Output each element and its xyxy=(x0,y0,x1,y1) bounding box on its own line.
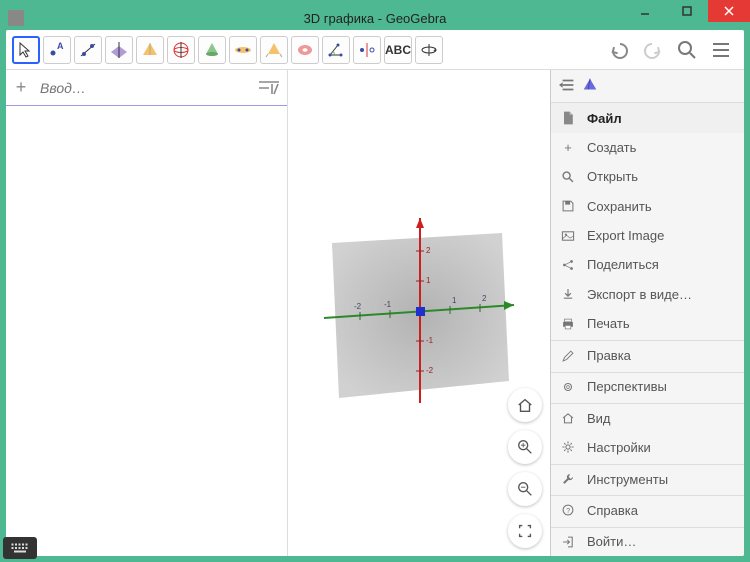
menu-label: Файл xyxy=(587,111,622,126)
svg-text:-1: -1 xyxy=(384,300,392,309)
rotate-view-tool[interactable] xyxy=(415,36,443,64)
download-icon xyxy=(559,285,577,303)
menu-section-perspectives[interactable]: Перспективы xyxy=(551,372,744,401)
svg-text:A: A xyxy=(57,41,64,51)
virtual-keyboard-button[interactable] xyxy=(3,537,37,559)
menu-header-file[interactable]: Файл xyxy=(551,103,744,132)
svg-text:2: 2 xyxy=(482,294,487,303)
main-menu: Файл +Создать Открыть Сохранить Export I… xyxy=(550,70,744,556)
svg-text:-1: -1 xyxy=(426,336,434,345)
plus-icon: + xyxy=(559,138,577,156)
print-icon xyxy=(559,315,577,333)
menu-section-settings[interactable]: Настройки xyxy=(551,432,744,461)
minimize-button[interactable] xyxy=(624,0,666,22)
menu-item-export-image[interactable]: Export Image xyxy=(551,221,744,250)
svg-text:-2: -2 xyxy=(426,366,434,375)
gear-outline-icon xyxy=(559,378,577,396)
text-tool[interactable]: ABC xyxy=(384,36,412,64)
help-icon: ? xyxy=(559,501,577,519)
window-controls xyxy=(624,0,750,22)
algebra-panel: + xyxy=(6,70,288,556)
view-controls xyxy=(508,388,542,548)
svg-text:-2: -2 xyxy=(354,302,362,311)
menu-section-signin[interactable]: Войти… xyxy=(551,527,744,556)
menu-header[interactable] xyxy=(551,70,744,103)
menu-item-save[interactable]: Сохранить xyxy=(551,191,744,220)
menu-item-share[interactable]: Поделиться xyxy=(551,250,744,279)
redo-button[interactable] xyxy=(636,33,670,67)
search-icon xyxy=(559,168,577,186)
plane-tool[interactable] xyxy=(105,36,133,64)
menu-back-icon xyxy=(559,76,577,97)
cone-tool[interactable] xyxy=(198,36,226,64)
point-tool[interactable]: A xyxy=(43,36,71,64)
menu-section-tools[interactable]: Инструменты xyxy=(551,464,744,493)
image-icon xyxy=(559,227,577,245)
undo-button[interactable] xyxy=(602,33,636,67)
search-button[interactable] xyxy=(670,33,704,67)
algebra-input[interactable] xyxy=(36,80,251,96)
menu-section-help[interactable]: ?Справка xyxy=(551,495,744,524)
svg-text:?: ? xyxy=(566,508,570,515)
perspective-3d-icon xyxy=(581,76,599,97)
svg-text:1: 1 xyxy=(426,276,431,285)
angle-tool[interactable] xyxy=(322,36,350,64)
menu-item-new[interactable]: +Создать xyxy=(551,133,744,162)
svg-text:2: 2 xyxy=(426,246,431,255)
intersection-tool[interactable] xyxy=(229,36,257,64)
titlebar: 3D графика - GeoGebra xyxy=(6,6,744,30)
svg-text:1: 1 xyxy=(452,296,457,305)
menu-item-print[interactable]: Печать xyxy=(551,309,744,338)
toolbar: A ABC xyxy=(6,30,744,70)
3d-scene: -2 -1 1 2 2 1 -1 -2 xyxy=(304,203,534,423)
sphere-tool[interactable] xyxy=(167,36,195,64)
file-icon xyxy=(559,109,577,127)
torus-tool[interactable] xyxy=(291,36,319,64)
input-row: + xyxy=(6,70,287,106)
close-button[interactable] xyxy=(708,0,750,22)
home-icon xyxy=(559,409,577,427)
signin-icon xyxy=(559,533,577,551)
wrench-icon xyxy=(559,470,577,488)
3d-view[interactable]: -2 -1 1 2 2 1 -1 -2 xyxy=(288,70,550,556)
maximize-button[interactable] xyxy=(666,0,708,22)
add-input-button[interactable]: + xyxy=(6,70,36,106)
home-view-button[interactable] xyxy=(508,388,542,422)
menu-item-open[interactable]: Открыть xyxy=(551,162,744,191)
menu-section-edit[interactable]: Правка xyxy=(551,340,744,369)
save-icon xyxy=(559,197,577,215)
line-tool[interactable] xyxy=(74,36,102,64)
menu-section-view[interactable]: Вид xyxy=(551,403,744,432)
zoom-out-button[interactable] xyxy=(508,472,542,506)
abc-label: ABC xyxy=(385,43,411,57)
net-tool[interactable] xyxy=(260,36,288,64)
zoom-in-button[interactable] xyxy=(508,430,542,464)
pencil-icon xyxy=(559,347,577,365)
reflect-tool[interactable] xyxy=(353,36,381,64)
menu-button[interactable] xyxy=(704,33,738,67)
share-icon xyxy=(559,256,577,274)
symbol-keyboard-button[interactable] xyxy=(251,70,287,106)
move-tool[interactable] xyxy=(12,36,40,64)
pyramid-tool[interactable] xyxy=(136,36,164,64)
settings-icon xyxy=(559,438,577,456)
menu-item-export-as[interactable]: Экспорт в виде… xyxy=(551,280,744,309)
fullscreen-button[interactable] xyxy=(508,514,542,548)
